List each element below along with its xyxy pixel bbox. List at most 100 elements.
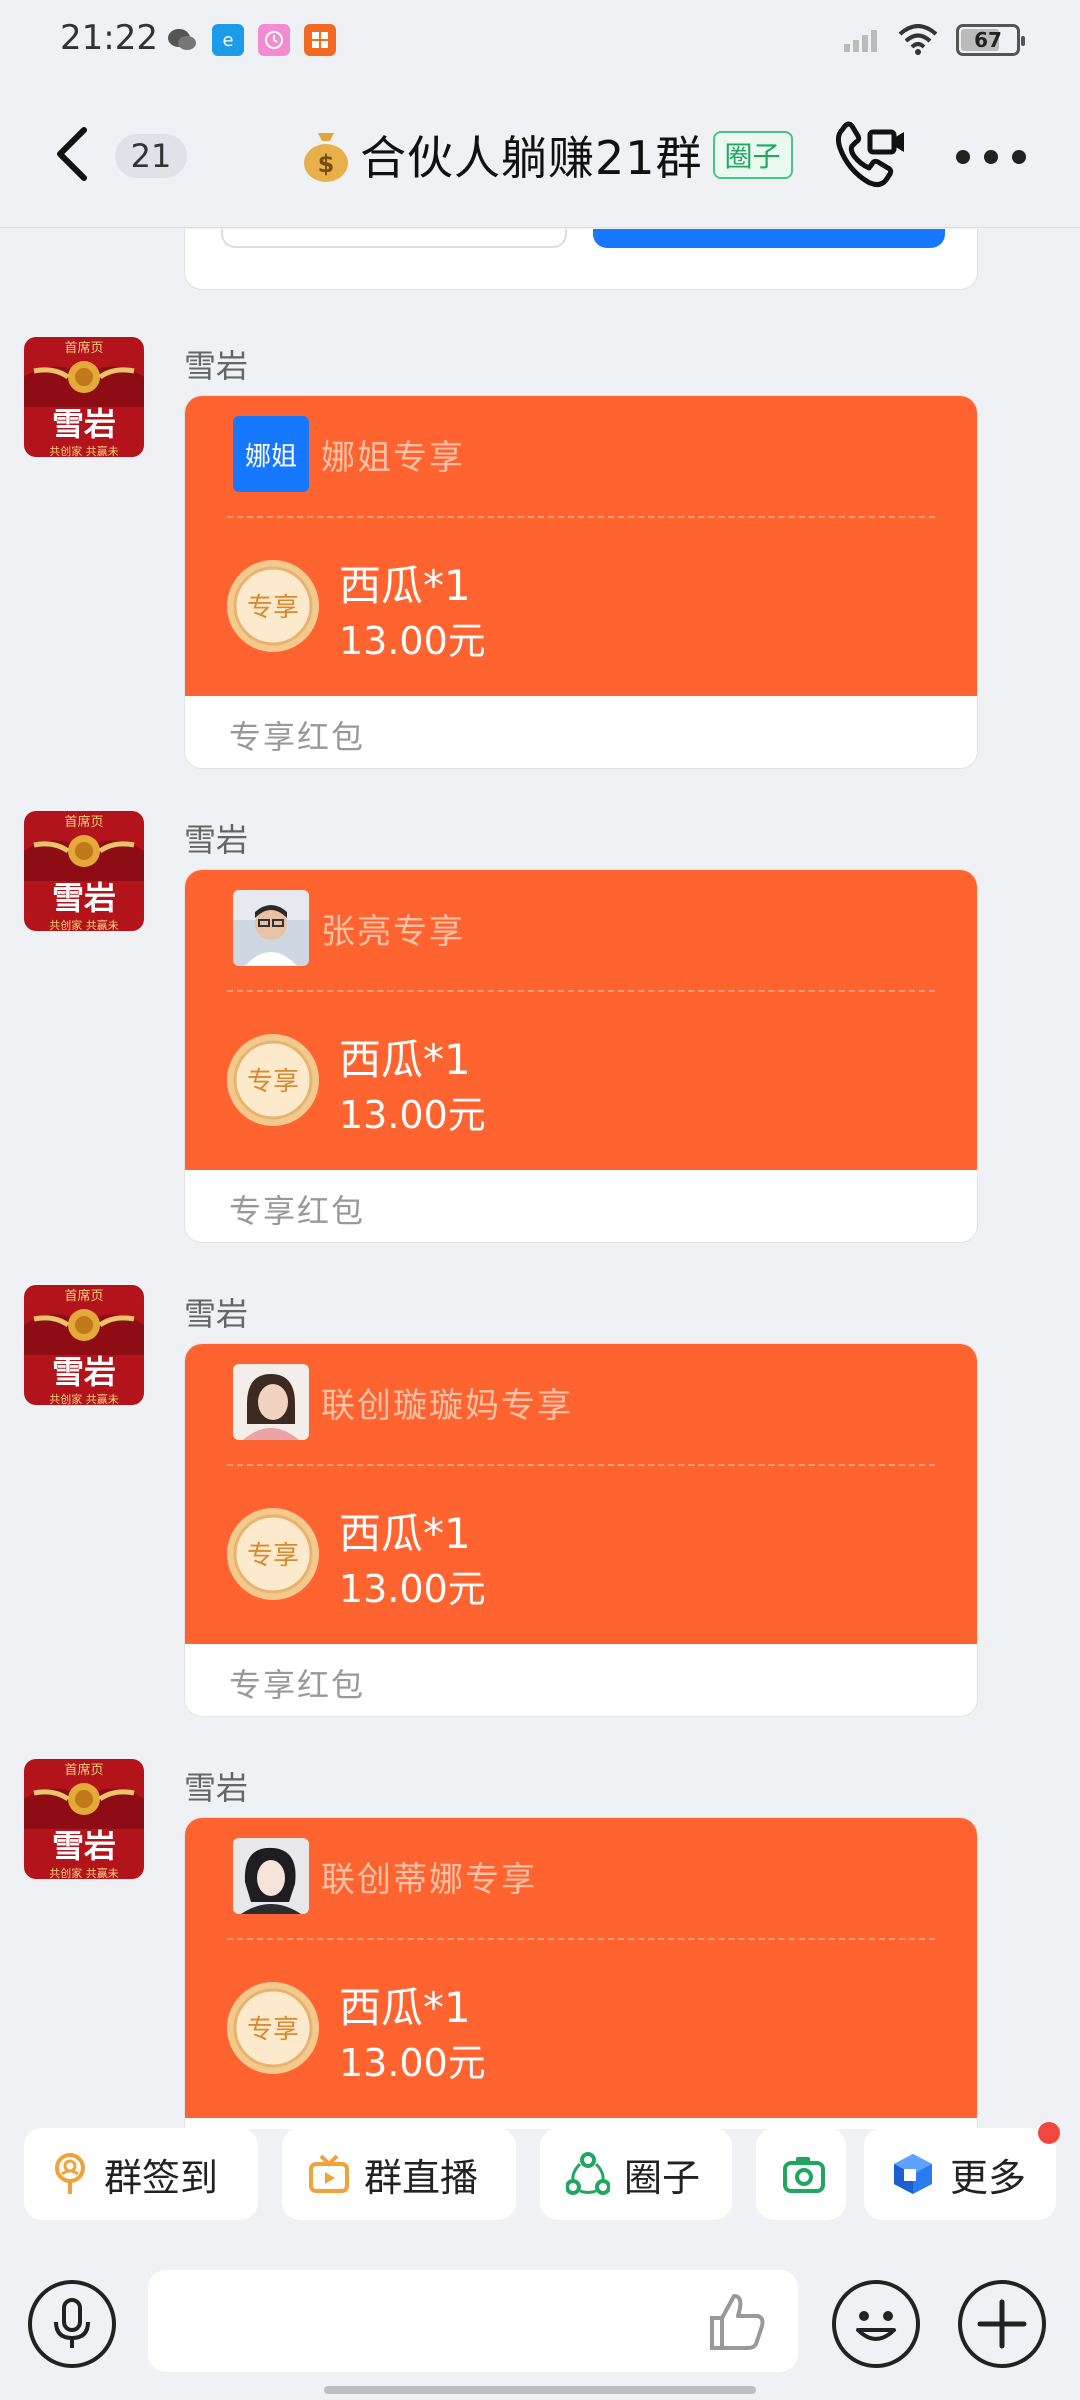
recipient-avatar [233,1838,309,1914]
red-packet-card[interactable]: 张亮专享 专享 西瓜*1 13.00元 专享红包 [184,869,978,1243]
svg-text:共创家 共赢未: 共创家 共赢未 [49,444,119,457]
red-packet-body: 张亮专享 专享 西瓜*1 13.00元 [185,870,977,1170]
svg-text:专享: 专享 [247,1541,299,1571]
previous-card-field [221,229,567,248]
red-packet-type: 专享红包 [229,1192,366,1230]
svg-text:共创家 共赢未: 共创家 共赢未 [49,918,119,931]
status-bar: 21:22 e 67 [0,0,1080,80]
svg-text:雪岩: 雪岩 [52,879,116,917]
quick-action-label: 群直播 [364,2155,479,2200]
thumbs-up-icon[interactable] [704,2290,768,2354]
quick-action-label: 更多 [950,2155,1027,2200]
message-input-bar [0,2250,1080,2400]
voice-input-button[interactable] [28,2280,116,2368]
red-packet-card[interactable]: 联创蒂娜专享 专享 西瓜*1 13.00元 [184,1817,978,2129]
previous-card-button[interactable] [593,229,945,248]
emoji-button[interactable] [832,2280,920,2368]
sender-avatar[interactable]: 首席页 雪岩 共创家 共赢未 [24,337,144,457]
circle-tag[interactable]: 圈子 [712,131,793,179]
svg-text:首席页: 首席页 [64,814,103,830]
recipient-label: 联创璇璇妈专享 [321,1386,573,1426]
svg-text:专享: 专享 [247,593,299,623]
quick-action-live[interactable]: 群直播 [282,2128,516,2220]
status-indicators: 67 [844,24,1025,56]
recipient-label: 联创蒂娜专享 [321,1860,537,1900]
more-icon[interactable] [956,150,1026,164]
red-packet-body: 联创璇璇妈专享 专享 西瓜*1 13.00元 [185,1344,977,1644]
circle-icon [566,2152,610,2195]
emoji-icon [856,2311,896,2341]
notification-dot [1038,2122,1060,2144]
battery-indicator: 67 [956,24,1025,56]
svg-text:共创家 共赢未: 共创家 共赢未 [49,1392,119,1405]
sender-name: 雪岩 [184,1769,249,1807]
wechat-icon [166,24,198,56]
quick-action-bar: 群签到 群直播 圈子 更多 [0,2122,1080,2224]
svg-text:雪岩: 雪岩 [52,1827,116,1865]
recipient-avatar: 娜姐 [233,416,309,492]
svg-text:专享: 专享 [247,1067,299,1097]
svg-text:雪岩: 雪岩 [52,405,116,443]
exclusive-badge-icon: 专享 [227,1982,319,2074]
message-item: 首席页 雪岩 共创家 共赢未 雪岩 联创蒂娜专享 专享 西瓜*1 13.00元 [0,1759,1080,2129]
svg-text:共创家 共赢未: 共创家 共赢未 [49,1866,119,1879]
gift-amount: 13.00元 [339,1093,486,1137]
chat-title-group[interactable]: $ 合伙人躺赚21群 圈子 [300,122,793,188]
sender-avatar[interactable]: 首席页 雪岩 共创家 共赢未 [24,1759,144,1879]
exclusive-badge-icon: 专享 [227,1508,319,1600]
chat-header: 21 $ 合伙人躺赚21群 圈子 [0,80,1080,228]
message-text-field[interactable] [148,2270,798,2372]
gift-name: 西瓜*1 [339,1983,471,2032]
message-list[interactable]: 首席页 雪岩 共创家 共赢未 雪岩 娜姐 娜姐专享 专享 西瓜*1 13.00元 [0,229,1080,2129]
exclusive-badge-icon: 专享 [227,560,319,652]
sender-name: 雪岩 [184,347,249,385]
camera-icon [783,2157,825,2193]
message-item: 首席页 雪岩 共创家 共赢未 雪岩 联创璇璇妈专享 专享 西瓜*1 13.00元… [0,1285,1080,1759]
red-packet-body: 娜姐 娜姐专享 专享 西瓜*1 13.00元 [185,396,977,696]
red-packet-card[interactable]: 娜姐 娜姐专享 专享 西瓜*1 13.00元 专享红包 [184,395,978,769]
sender-name: 雪岩 [184,821,249,859]
svg-text:专享: 专享 [247,2015,299,2045]
microphone-icon [54,2298,90,2348]
red-packet-card[interactable]: 联创璇璇妈专享 专享 西瓜*1 13.00元 专享红包 [184,1343,978,1717]
dashed-divider [227,516,935,518]
message-item: 首席页 雪岩 共创家 共赢未 雪岩 娜姐 娜姐专享 专享 西瓜*1 13.00元 [0,337,1080,811]
app-grid-icon [304,24,336,56]
sender-name: 雪岩 [184,1295,249,1333]
quick-action-label: 群签到 [104,2155,219,2200]
sender-avatar[interactable]: 首席页 雪岩 共创家 共赢未 [24,811,144,931]
browser-icon: e [212,24,244,56]
live-tv-icon [309,2154,349,2193]
home-indicator[interactable] [324,2386,756,2394]
money-bag-icon: $ [304,133,348,182]
gift-amount: 13.00元 [339,2041,486,2085]
back-arrow-icon[interactable] [52,124,92,184]
sender-avatar[interactable]: 首席页 雪岩 共创家 共赢未 [24,1285,144,1405]
plus-button[interactable] [958,2280,1046,2368]
svg-text:首席页: 首席页 [64,1288,103,1304]
signal-icon [844,30,877,52]
recipient-avatar [233,890,309,966]
svg-text:$: $ [318,150,335,178]
red-packet-type: 专享红包 [229,718,366,756]
recipient-avatar [233,1364,309,1440]
svg-text:首席页: 首席页 [64,340,103,356]
gift-name: 西瓜*1 [339,561,471,610]
gift-amount: 13.00元 [339,619,486,663]
message-item: 首席页 雪岩 共创家 共赢未 雪岩 张亮专享 专享 西瓜*1 13.00元 专享… [0,811,1080,1285]
exclusive-badge-icon: 专享 [227,1034,319,1126]
recipient-label: 张亮专享 [321,912,465,952]
unread-count-badge[interactable]: 21 [115,134,187,178]
quick-action-more[interactable]: 更多 [864,2122,1060,2220]
svg-text:首席页: 首席页 [64,1762,103,1778]
checkin-icon [55,2153,85,2194]
plus-icon [977,2299,1027,2349]
more-cube-icon [894,2154,932,2194]
video-call-icon[interactable] [832,120,908,190]
status-app-icons: e [166,24,336,56]
recipient-label: 娜姐专享 [321,438,465,478]
quick-action-circle[interactable]: 圈子 [540,2128,732,2220]
quick-action-camera[interactable] [756,2128,846,2220]
quick-action-checkin[interactable]: 群签到 [24,2128,258,2220]
previous-message-card [184,229,978,290]
